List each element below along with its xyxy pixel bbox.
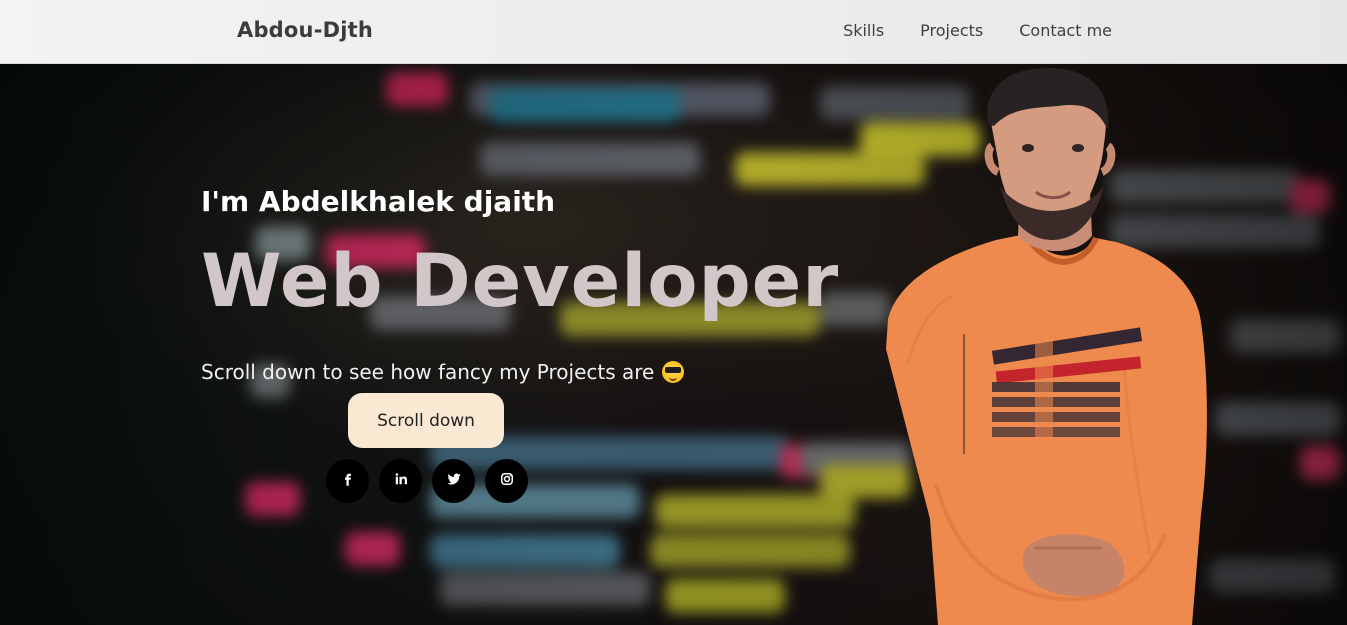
main-nav: Skills Projects Contact me [843, 21, 1112, 40]
top-navbar: Abdou-Djth Skills Projects Contact me [0, 0, 1347, 64]
twitter-icon [445, 470, 463, 492]
facebook-link[interactable] [326, 459, 369, 503]
instagram-link[interactable] [485, 459, 528, 503]
linkedin-icon [392, 470, 410, 492]
intro-heading: I'm Abdelkhalek djaith [201, 185, 556, 218]
hero-tagline-text: Scroll down to see how fancy my Projects… [201, 360, 655, 384]
profile-portrait [886, 68, 1207, 625]
instagram-icon [498, 470, 516, 492]
linkedin-link[interactable] [379, 459, 422, 503]
sunglasses-emoji-icon [662, 361, 685, 383]
social-links [326, 459, 528, 503]
brand-logo[interactable]: Abdou-Djth [237, 18, 373, 42]
facebook-icon [339, 470, 357, 492]
twitter-link[interactable] [432, 459, 475, 503]
nav-contact-me[interactable]: Contact me [1019, 21, 1112, 40]
hero-tagline: Scroll down to see how fancy my Projects… [201, 360, 685, 384]
hero-section: I'm Abdelkhalek djaith Web Developer Scr… [0, 64, 1347, 625]
role-title: Web Developer [201, 239, 840, 324]
nav-skills[interactable]: Skills [843, 21, 884, 40]
nav-projects[interactable]: Projects [920, 21, 983, 40]
scroll-down-button[interactable]: Scroll down [348, 393, 504, 448]
